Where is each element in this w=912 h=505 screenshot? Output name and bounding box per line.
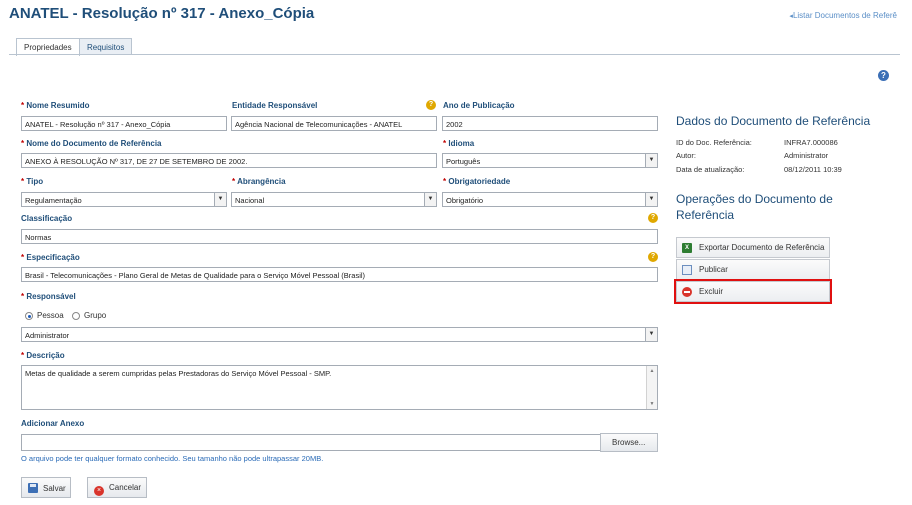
chevron-down-icon: ▼ bbox=[424, 193, 436, 206]
radio-grupo[interactable] bbox=[72, 312, 80, 320]
idioma-label: * Idioma bbox=[443, 139, 475, 148]
classificacao-label: Classificação bbox=[21, 214, 73, 223]
radio-grupo-label: Grupo bbox=[84, 311, 107, 320]
save-icon bbox=[28, 483, 38, 493]
descricao-textarea[interactable]: Metas de qualidade a serem cumpridas pel… bbox=[21, 365, 658, 410]
tab-requisitos[interactable]: Requisitos bbox=[79, 38, 133, 55]
browse-button[interactable]: Browse... bbox=[600, 433, 658, 452]
tipo-select[interactable]: Regulamentação ▼ bbox=[21, 192, 227, 207]
id-key: ID do Doc. Referência: bbox=[676, 138, 752, 147]
id-value: INFRA7.000086 bbox=[784, 138, 838, 147]
publish-icon bbox=[682, 265, 692, 275]
data-key: Data de atualização: bbox=[676, 165, 745, 174]
entidade-info-icon[interactable]: ? bbox=[426, 100, 436, 110]
help-icon[interactable]: ? bbox=[878, 70, 889, 81]
tab-divider bbox=[9, 54, 900, 55]
chevron-down-icon: ▼ bbox=[645, 328, 657, 341]
obrigatoriedade-label: * Obrigatoriedade bbox=[443, 177, 511, 186]
idioma-select[interactable]: Português ▼ bbox=[442, 153, 658, 168]
dados-panel-title: Dados do Documento de Referência bbox=[676, 114, 871, 128]
especificacao-label: * Especificação bbox=[21, 253, 80, 262]
nome-doc-input[interactable]: ANEXO À RESOLUÇÃO Nº 317, DE 27 DE SETEM… bbox=[21, 153, 437, 168]
responsavel-label: * Responsável bbox=[21, 292, 76, 301]
excel-icon: X bbox=[682, 243, 692, 253]
scroll-down-icon[interactable]: ▼ bbox=[647, 401, 657, 407]
tipo-label: * Tipo bbox=[21, 177, 44, 186]
list-documents-link-label: Listar Documentos de Referê bbox=[792, 11, 897, 20]
anexo-label: Adicionar Anexo bbox=[21, 419, 85, 428]
abrangencia-label: * Abrangência bbox=[232, 177, 286, 186]
radio-pessoa[interactable] bbox=[25, 312, 33, 320]
chevron-down-icon: ▼ bbox=[214, 193, 226, 206]
anexo-file-input[interactable] bbox=[21, 434, 601, 451]
page-title: ANATEL - Resolução nº 317 - Anexo_Cópia bbox=[9, 5, 315, 22]
descricao-label: * Descrição bbox=[21, 351, 65, 360]
entidade-label: Entidade Responsável bbox=[232, 101, 318, 110]
list-documents-link[interactable]: ◂Listar Documentos de Referê bbox=[789, 11, 897, 20]
export-button-label: Exportar Documento de Referência bbox=[699, 243, 825, 252]
save-button[interactable]: Salvar bbox=[21, 477, 71, 498]
anexo-hint: O arquivo pode ter qualquer formato conh… bbox=[21, 454, 324, 463]
ano-label: Ano de Publicação bbox=[443, 101, 515, 110]
chevron-down-icon: ▼ bbox=[645, 154, 657, 167]
radio-pessoa-label: Pessoa bbox=[37, 311, 64, 320]
data-value: 08/12/2011 10:39 bbox=[784, 165, 842, 174]
responsavel-select[interactable]: Administrator ▼ bbox=[21, 327, 658, 342]
chevron-down-icon: ▼ bbox=[645, 193, 657, 206]
entidade-input[interactable]: Agência Nacional de Telecomunicações - A… bbox=[231, 116, 437, 131]
autor-value: Administrator bbox=[784, 151, 829, 160]
export-button[interactable]: X Exportar Documento de Referência bbox=[676, 237, 830, 258]
classificacao-info-icon[interactable]: ? bbox=[648, 213, 658, 223]
scroll-up-icon[interactable]: ▲ bbox=[647, 368, 657, 374]
operacoes-panel-title: Operações do Documento de Referência bbox=[676, 192, 833, 222]
descricao-text: Metas de qualidade a serem cumpridas pel… bbox=[25, 369, 332, 378]
classificacao-input[interactable]: Normas bbox=[21, 229, 658, 244]
cancel-button[interactable]: × Cancelar bbox=[87, 477, 147, 498]
obrigatoriedade-select[interactable]: Obrigatório ▼ bbox=[442, 192, 658, 207]
publish-button[interactable]: Publicar bbox=[676, 259, 830, 280]
cancel-button-label: Cancelar bbox=[109, 483, 142, 492]
cancel-icon: × bbox=[94, 486, 104, 496]
abrangencia-select[interactable]: Nacional ▼ bbox=[231, 192, 437, 207]
publish-button-label: Publicar bbox=[699, 265, 728, 274]
nome-doc-label: * Nome do Documento de Referência bbox=[21, 139, 162, 148]
especificacao-input[interactable]: Brasil - Telecomunicações - Plano Geral … bbox=[21, 267, 658, 282]
delete-highlight-box bbox=[674, 279, 832, 304]
save-button-label: Salvar bbox=[43, 484, 66, 493]
descricao-scrollbar[interactable]: ▲ ▼ bbox=[646, 366, 657, 409]
especificacao-info-icon[interactable]: ? bbox=[648, 252, 658, 262]
nome-resumido-input[interactable]: ANATEL - Resolução nº 317 - Anexo_Cópia bbox=[21, 116, 227, 131]
ano-input[interactable]: 2002 bbox=[442, 116, 658, 131]
nome-resumido-label: * Nome Resumido bbox=[21, 101, 90, 110]
autor-key: Autor: bbox=[676, 151, 697, 160]
